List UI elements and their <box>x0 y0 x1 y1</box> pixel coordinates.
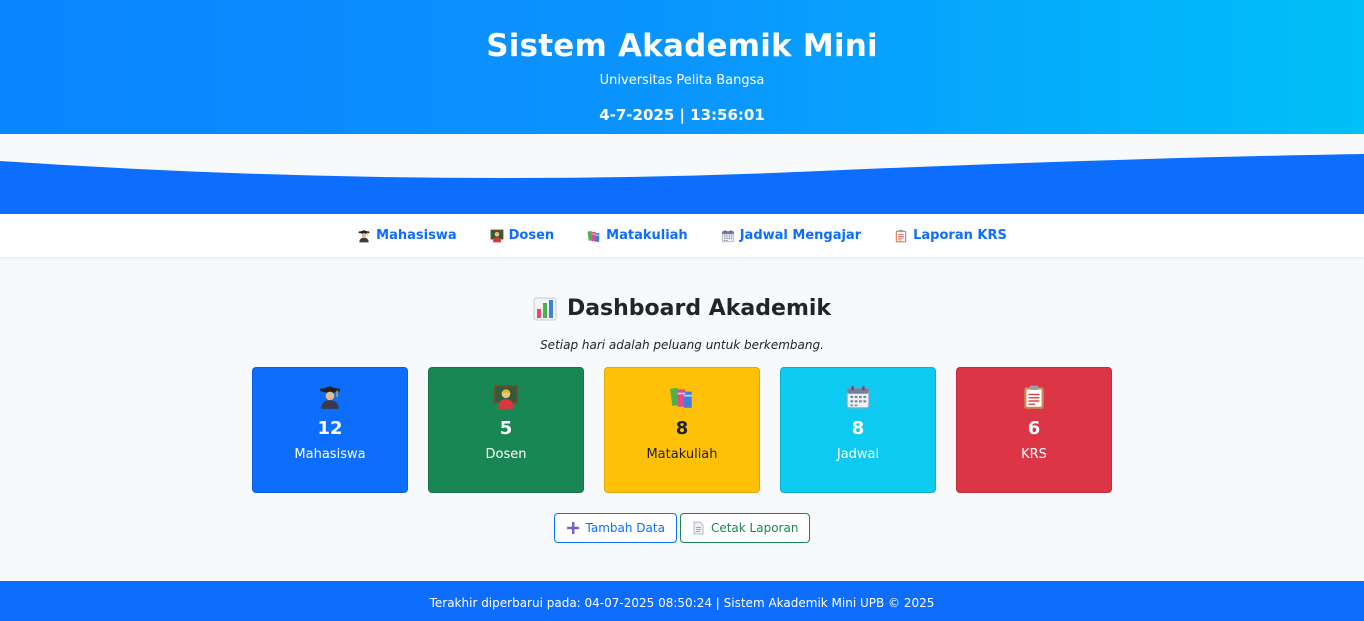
plus-icon <box>566 522 579 534</box>
nav-matakuliah-label: Matakuliah <box>606 228 688 243</box>
books-icon <box>669 384 695 410</box>
nav-dosen-label: Dosen <box>508 228 555 243</box>
add-data-label: Tambah Data <box>585 521 665 535</box>
stat-cards: 12 Mahasiswa 5 Dosen 8 Matakuliah 8 Jadw… <box>252 367 1112 493</box>
nav-laporan-krs[interactable]: Laporan KRS <box>894 228 1007 243</box>
dashboard-title: Dashboard Akademik <box>566 296 832 321</box>
nav-mahasiswa-label: Mahasiswa <box>376 228 457 243</box>
card-count: 8 <box>851 418 865 439</box>
card-label: KRS <box>1021 447 1047 462</box>
dashboard-heading: Dashboard Akademik <box>0 296 1364 321</box>
document-icon <box>693 521 704 535</box>
card-label: Mahasiswa <box>294 447 366 462</box>
card-count: 8 <box>675 418 689 439</box>
nav-mahasiswa[interactable]: Mahasiswa <box>357 228 457 243</box>
nav-matakuliah[interactable]: Matakuliah <box>587 228 688 243</box>
page-header: Sistem Akademik Mini Universitas Pelita … <box>0 0 1364 134</box>
bar-chart-icon <box>533 297 557 321</box>
card-count: 5 <box>499 418 513 439</box>
nav-dosen[interactable]: Dosen <box>490 228 555 243</box>
footer-text: Terakhir diperbarui pada: 04-07-2025 08:… <box>429 596 935 610</box>
card-mahasiswa[interactable]: 12 Mahasiswa <box>252 367 408 493</box>
print-report-label: Cetak Laporan <box>710 521 799 535</box>
live-clock: 4-7-2025 | 13:56:01 <box>599 106 765 124</box>
card-dosen[interactable]: 5 Dosen <box>428 367 584 493</box>
card-label: Jadwal <box>836 447 880 462</box>
print-report-button[interactable]: Cetak Laporan <box>679 513 811 543</box>
card-label: Matakuliah <box>646 447 718 462</box>
dashboard-tagline: Setiap hari adalah peluang untuk berkemb… <box>540 338 824 352</box>
books-icon <box>587 229 601 243</box>
clipboard-icon <box>1021 384 1047 410</box>
card-matakuliah[interactable]: 8 Matakuliah <box>604 367 760 493</box>
calendar-icon <box>721 229 735 243</box>
card-count: 6 <box>1027 418 1041 439</box>
student-icon <box>317 384 343 410</box>
teacher-icon <box>490 229 504 243</box>
nav-jadwal-mengajar[interactable]: Jadwal Mengajar <box>721 228 861 243</box>
card-krs[interactable]: 6 KRS <box>956 367 1112 493</box>
action-buttons: Tambah Data Cetak Laporan <box>0 513 1364 543</box>
nav-laporan-label: Laporan KRS <box>913 228 1007 243</box>
header-wave <box>0 134 1364 214</box>
clipboard-icon <box>894 229 908 243</box>
add-data-button[interactable]: Tambah Data <box>553 513 677 543</box>
calendar-icon <box>845 384 871 410</box>
student-icon <box>357 229 371 243</box>
card-jadwal[interactable]: 8 Jadwal <box>780 367 936 493</box>
card-count: 12 <box>317 418 343 439</box>
main-nav: Mahasiswa Dosen Matakuliah Jadwal Mengaj… <box>0 214 1364 257</box>
page-footer: Terakhir diperbarui pada: 04-07-2025 08:… <box>0 581 1364 621</box>
university-name: Universitas Pelita Bangsa <box>599 73 765 88</box>
card-label: Dosen <box>485 447 527 462</box>
nav-jadwal-label: Jadwal Mengajar <box>739 228 862 243</box>
teacher-icon <box>493 384 519 410</box>
app-title: Sistem Akademik Mini <box>486 28 878 64</box>
